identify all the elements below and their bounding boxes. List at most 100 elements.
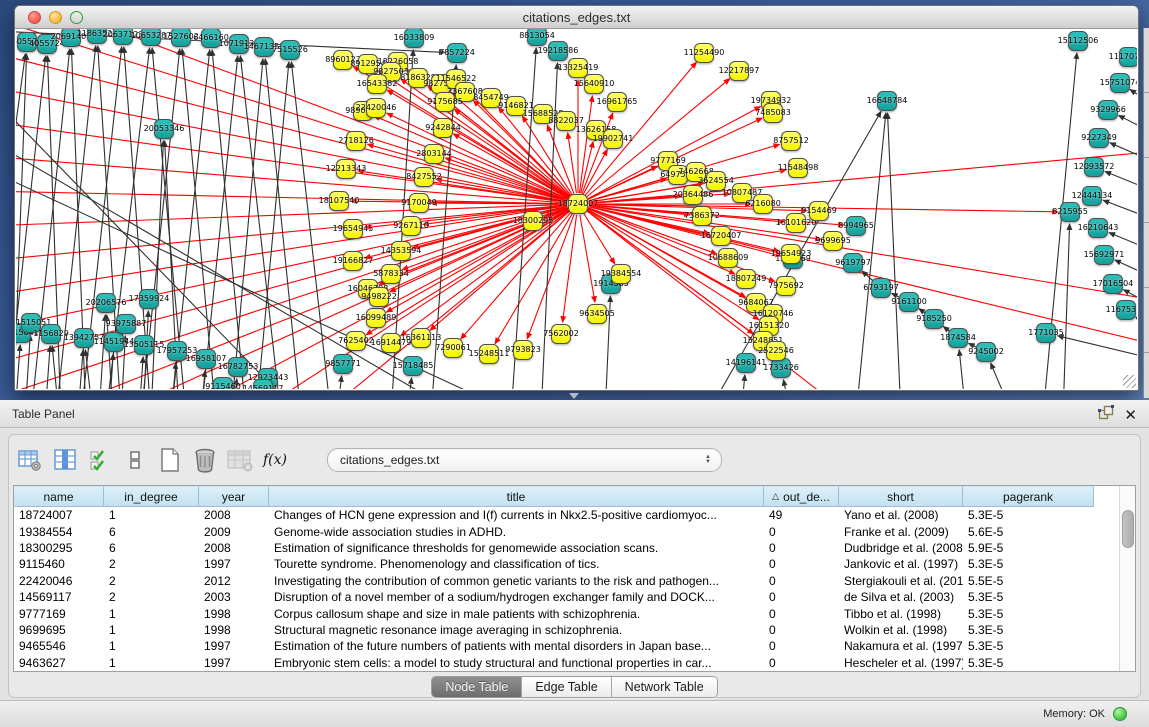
scrollbar-thumb[interactable] — [1122, 510, 1134, 548]
graph-node[interactable]: 1527602 — [171, 29, 191, 47]
graph-node[interactable]: 9227349 — [1089, 128, 1109, 148]
graph-node[interactable]: 19166827 — [343, 251, 363, 271]
column-header-out_de[interactable]: △out_de... — [764, 486, 839, 507]
graph-node[interactable]: 16958107 — [196, 349, 216, 369]
graph-node[interactable]: 8186328 — [408, 68, 428, 88]
graph-node[interactable]: 12093572 — [1084, 157, 1104, 177]
graph-node[interactable]: 9329966 — [1098, 100, 1118, 120]
cell-out_de[interactable]: 0 — [764, 622, 839, 638]
table-row[interactable]: 1456911722003Disruption of a novel membe… — [14, 589, 1135, 605]
cell-in_degree[interactable]: 1 — [104, 655, 199, 671]
graph-node[interactable]: 18107540 — [329, 191, 349, 211]
graph-node[interactable]: 9170049 — [409, 193, 429, 213]
graph-node[interactable]: 19654923 — [781, 244, 801, 264]
graph-node[interactable]: 12213343 — [336, 159, 356, 179]
graph-node[interactable]: 11254490 — [694, 43, 714, 63]
cell-title[interactable]: Disruption of a novel member of a sodium… — [269, 589, 764, 605]
cell-pagerank[interactable]: 5.3E-5 — [963, 556, 1094, 572]
table-row[interactable]: 946362711997Embryonic stem cells: a mode… — [14, 655, 1135, 671]
cell-title[interactable]: Changes of HCN gene expression and I(f) … — [269, 507, 764, 523]
graph-node[interactable]: 16101620 — [786, 213, 806, 233]
cell-year[interactable]: 2003 — [199, 589, 269, 605]
graph-node[interactable]: 9175685 — [435, 92, 455, 112]
cell-title[interactable]: Investigating the contribution of common… — [269, 573, 764, 589]
graph-node[interactable]: 14196141 — [736, 353, 756, 373]
graph-node[interactable]: 19902741 — [603, 129, 623, 149]
graph-node[interactable]: 4055724 — [37, 34, 57, 54]
cell-year[interactable]: 1997 — [199, 655, 269, 671]
graph-node[interactable]: 11170745 — [1119, 47, 1137, 67]
resize-grip-icon[interactable] — [1123, 375, 1136, 388]
new-column-icon[interactable] — [157, 447, 183, 473]
cell-year[interactable]: 1998 — [199, 622, 269, 638]
splitter-handle-icon[interactable] — [569, 393, 579, 399]
graph-node[interactable]: 2522546 — [766, 341, 786, 361]
cell-year[interactable]: 1997 — [199, 638, 269, 654]
cell-out_de[interactable]: 0 — [764, 573, 839, 589]
cell-in_degree[interactable]: 1 — [104, 638, 199, 654]
column-header-pagerank[interactable]: pagerank — [963, 486, 1094, 507]
table-scrollbar[interactable] — [1119, 486, 1135, 671]
graph-node[interactable]: 11675316 — [1116, 300, 1136, 320]
graph-node[interactable]: 8454749 — [481, 88, 501, 108]
cell-name[interactable]: 9463627 — [14, 655, 104, 671]
graph-node[interactable]: 16720407 — [711, 226, 731, 246]
graph-node[interactable]: 19218586 — [548, 41, 568, 61]
cell-year[interactable]: 2012 — [199, 573, 269, 589]
cell-short[interactable]: Nakamura et al. (1997) — [839, 638, 963, 654]
graph-node[interactable]: 20053346 — [154, 119, 174, 139]
graph-node[interactable]: 7462668 — [686, 162, 706, 182]
cell-pagerank[interactable]: 5.3E-5 — [963, 655, 1094, 671]
graph-node[interactable]: 9161100 — [899, 292, 919, 312]
table-row[interactable]: 1830029562008Estimation of significance … — [14, 540, 1135, 556]
graph-node[interactable]: 16543382 — [367, 74, 387, 94]
graph-node[interactable]: 12217897 — [729, 61, 749, 81]
cell-name[interactable]: 18724007 — [14, 507, 104, 523]
graph-node[interactable]: 7625402 — [346, 331, 366, 351]
cell-short[interactable]: Franke et al. (2009) — [839, 523, 963, 539]
cell-out_de[interactable]: 0 — [764, 605, 839, 621]
graph-node[interactable]: 13505115 — [134, 335, 154, 355]
graph-node[interactable]: 15248511 — [479, 344, 499, 364]
graph-node[interactable]: 7515526 — [280, 40, 300, 60]
graph-node[interactable]: 8994965 — [846, 216, 866, 236]
graph-node[interactable]: 7386372 — [692, 206, 712, 226]
graph-node[interactable]: 16033809 — [404, 29, 424, 48]
graph-node[interactable]: 15692971 — [1094, 245, 1114, 265]
graph-node[interactable]: 9619797 — [843, 253, 863, 273]
graph-node[interactable]: 16210643 — [1088, 218, 1108, 238]
table-row[interactable]: 969969511998Structural magnetic resonanc… — [14, 622, 1135, 638]
cell-in_degree[interactable]: 2 — [104, 573, 199, 589]
cell-year[interactable]: 1997 — [199, 556, 269, 572]
graph-node[interactable]: 9498222 — [369, 287, 389, 307]
graph-node[interactable]: 14671358 — [254, 37, 274, 57]
cell-pagerank[interactable]: 5.3E-5 — [963, 589, 1094, 605]
graph-node[interactable]: 8813054 — [527, 29, 547, 46]
graph-node[interactable]: 3624554 — [706, 171, 726, 191]
cell-name[interactable]: 22420046 — [14, 573, 104, 589]
cell-year[interactable]: 2008 — [199, 540, 269, 556]
cell-in_degree[interactable]: 2 — [104, 556, 199, 572]
cell-out_de[interactable]: 0 — [764, 655, 839, 671]
graph-node[interactable]: 10807487 — [732, 183, 752, 203]
graph-node[interactable]: 9634505 — [587, 304, 607, 324]
graph-node[interactable]: 13942757 — [74, 328, 94, 348]
column-header-in_degree[interactable]: in_degree — [104, 486, 199, 507]
cell-pagerank[interactable]: 5.3E-5 — [963, 507, 1094, 523]
cell-pagerank[interactable]: 5.3E-5 — [963, 605, 1094, 621]
cell-pagerank[interactable]: 5.3E-5 — [963, 638, 1094, 654]
column-header-year[interactable]: year — [199, 486, 269, 507]
graph-node[interactable]: 16648784 — [877, 91, 897, 111]
graph-node[interactable]: 9154469 — [809, 201, 829, 221]
graph-node[interactable]: 15718485 — [403, 356, 423, 376]
graph-node[interactable]: 16055231 — [17, 32, 37, 52]
graph-node[interactable]: 8215955 — [1060, 202, 1080, 222]
graph-node[interactable]: 10719135 — [229, 34, 249, 54]
cell-out_de[interactable]: 0 — [764, 556, 839, 572]
cell-short[interactable]: Hescheler et al. (1997) — [839, 655, 963, 671]
graph-node[interactable]: 15751074 — [1110, 73, 1130, 93]
graph-node[interactable]: 9242844 — [433, 118, 453, 138]
cell-short[interactable]: Jankovic et al. (1997) — [839, 556, 963, 572]
graph-node[interactable]: 14353594 — [391, 241, 411, 261]
graph-node[interactable]: 15112506 — [1068, 31, 1088, 51]
